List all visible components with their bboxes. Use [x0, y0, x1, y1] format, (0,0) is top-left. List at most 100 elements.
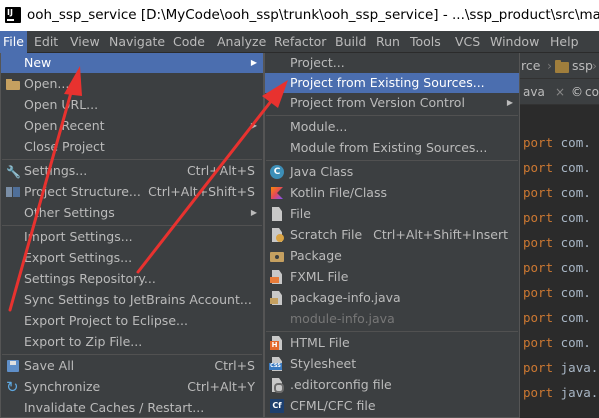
menu-item-module[interactable]: Module...: [265, 117, 519, 137]
window-title: ooh_ssp_service [D:\MyCode\ooh_ssp\trunk…: [27, 7, 599, 23]
menu-separator: [2, 225, 262, 226]
code-line[interactable]: port com.: [523, 310, 591, 325]
menu-item-label: Java Class: [290, 164, 354, 179]
menu-item-label: Export Settings...: [24, 250, 133, 265]
menu-item-sync-settings[interactable]: Sync Settings to JetBrains Account...: [1, 290, 263, 310]
menu-item-stylesheet[interactable]: Stylesheet: [265, 354, 519, 374]
menu-item-settings-repository[interactable]: Settings Repository...: [1, 269, 263, 289]
import-package: com.: [560, 135, 591, 150]
menu-item-label: Sync Settings to JetBrains Account...: [24, 292, 252, 307]
menu-separator: [2, 354, 262, 355]
menu-item-fxml-file[interactable]: FXML File: [265, 267, 519, 287]
menu-analyze[interactable]: Analyze: [214, 31, 269, 53]
menu-window[interactable]: Window: [487, 31, 542, 53]
submenu-arrow-icon: ▶: [506, 98, 513, 107]
menu-edit[interactable]: Edit: [31, 31, 61, 53]
menu-item-label: FXML File: [290, 269, 349, 284]
menu-view[interactable]: View: [67, 31, 103, 53]
menu-refactor[interactable]: Refactor: [271, 31, 329, 53]
menu-item-synchronize[interactable]: Synchronize Ctrl+Alt+Y: [1, 377, 263, 397]
menu-item-scratch-file[interactable]: Scratch File Ctrl+Alt+Shift+Insert: [265, 225, 519, 245]
menu-item-import-settings[interactable]: Import Settings...: [1, 227, 263, 247]
menu-item-open-url[interactable]: Open URL...: [1, 95, 263, 115]
menu-navigate[interactable]: Navigate: [106, 31, 168, 53]
menu-item-package-info[interactable]: package-info.java: [265, 288, 519, 308]
import-keyword: port: [523, 185, 554, 200]
menu-item-project-from-vcs[interactable]: Project from Version Control ▶: [265, 93, 519, 113]
menu-tools[interactable]: Tools: [407, 31, 444, 53]
menu-item-open[interactable]: Open...: [1, 74, 263, 94]
menu-code[interactable]: Code: [170, 31, 208, 53]
menu-item-label: Project Structure...: [24, 184, 141, 199]
menu-item-module-from-existing-sources[interactable]: Module from Existing Sources...: [265, 138, 519, 158]
menu-item-open-recent[interactable]: Open Recent ▶: [1, 116, 263, 136]
wrench-icon: [6, 162, 21, 182]
package-info-icon: [270, 291, 284, 305]
import-package: com.: [560, 260, 591, 275]
menu-help[interactable]: Help: [547, 31, 582, 53]
intellij-app-icon: [5, 7, 21, 23]
menu-item-export-eclipse[interactable]: Export Project to Eclipse...: [1, 311, 263, 331]
code-line[interactable]: port com.: [523, 185, 591, 200]
breadcrumb-item[interactable]: rce: [521, 58, 540, 73]
menu-item-file[interactable]: File: [265, 204, 519, 224]
code-line[interactable]: port java.: [523, 385, 598, 400]
menu-item-label: package-info.java: [290, 290, 401, 305]
menu-run[interactable]: Run: [373, 31, 403, 53]
menu-item-label: Settings...: [24, 163, 88, 178]
menu-item-shortcut: Ctrl+Alt+S: [186, 163, 255, 178]
breadcrumb-item[interactable]: ssp: [572, 58, 593, 73]
menu-item-label: File: [290, 206, 311, 221]
menu-item-label: module-info.java: [290, 311, 395, 326]
menu-item-settings[interactable]: Settings... Ctrl+Alt+S: [1, 161, 263, 182]
menu-item-new[interactable]: New ▶: [1, 53, 263, 73]
menu-item-java-class[interactable]: Java Class: [265, 162, 519, 182]
menu-item-html-file[interactable]: HTML File: [265, 333, 519, 353]
fxml-file-icon: [270, 270, 284, 284]
import-package: com.: [560, 335, 591, 350]
menu-item-label: .editorconfig file: [290, 377, 392, 392]
code-line[interactable]: port com.: [523, 160, 591, 175]
import-keyword: port: [523, 360, 554, 375]
menu-item-export-zip[interactable]: Export to Zip File...: [1, 332, 263, 352]
import-keyword: port: [523, 335, 554, 350]
import-package: java.: [560, 385, 599, 400]
menu-item-save-all[interactable]: Save All Ctrl+S: [1, 356, 263, 376]
editor-tab-bar: ava × © co: [519, 79, 599, 105]
code-line[interactable]: port com.: [523, 235, 591, 250]
code-line[interactable]: port com.: [523, 260, 591, 275]
menu-item-package[interactable]: Package: [265, 246, 519, 266]
import-keyword: port: [523, 135, 554, 150]
menu-item-cfml-file[interactable]: CFML/CFC file: [265, 396, 519, 416]
menu-item-close-project[interactable]: Close Project: [1, 137, 263, 157]
code-line[interactable]: port com.: [523, 210, 591, 225]
menu-file[interactable]: File: [0, 31, 27, 53]
code-line[interactable]: port java.: [523, 360, 598, 375]
menu-item-project-structure[interactable]: Project Structure... Ctrl+Alt+Shift+S: [1, 182, 263, 202]
code-line[interactable]: port com.: [523, 285, 591, 300]
editor-tab[interactable]: ava: [523, 85, 545, 99]
import-keyword: port: [523, 260, 554, 275]
menu-separator: [266, 115, 518, 116]
menu-item-shortcut: Ctrl+Alt+Y: [187, 379, 255, 394]
file-menu: New ▶ Open... Open URL... Open Recent ▶ …: [0, 53, 264, 418]
menu-item-project-from-existing-sources[interactable]: Project from Existing Sources...: [265, 73, 519, 93]
menu-item-other-settings[interactable]: Other Settings ▶: [1, 203, 263, 223]
java-class-icon: ©: [571, 85, 583, 99]
menu-item-label: Import Settings...: [24, 229, 133, 244]
menu-item-invalidate-caches[interactable]: Invalidate Caches / Restart...: [1, 398, 263, 418]
menu-item-editorconfig[interactable]: .editorconfig file: [265, 375, 519, 395]
code-line[interactable]: port com.: [523, 335, 591, 350]
menu-item-shortcut: Ctrl+S: [214, 358, 255, 373]
code-line[interactable]: port com.: [523, 135, 591, 150]
menu-item-export-settings[interactable]: Export Settings...: [1, 248, 263, 268]
menu-item-label: CFML/CFC file: [290, 398, 376, 413]
menu-build[interactable]: Build: [332, 31, 369, 53]
import-keyword: port: [523, 235, 554, 250]
menu-item-new-project[interactable]: Project...: [265, 53, 519, 73]
menu-item-kotlin-file[interactable]: Kotlin File/Class: [265, 183, 519, 203]
menu-vcs[interactable]: VCS: [452, 31, 483, 53]
menu-item-module-info: module-info.java: [265, 309, 519, 329]
close-tab-icon[interactable]: ×: [555, 85, 565, 99]
editor-tab[interactable]: co: [585, 85, 599, 99]
